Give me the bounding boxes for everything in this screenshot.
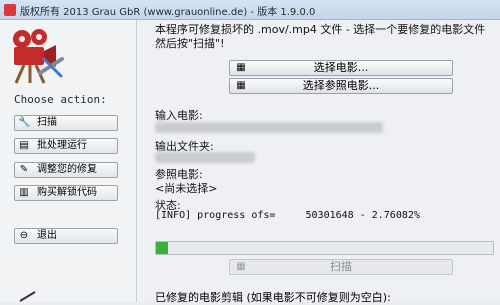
scan-progress-bar	[155, 241, 494, 255]
input-movie-label: 输入电影:	[155, 109, 203, 122]
batch-icon: ▤	[19, 140, 29, 151]
adjust-repair-button[interactable]: ✎ 调整您的修复	[14, 162, 118, 178]
main-panel: 本程序可修复损坏的 .mov/.mp4 文件 - 选择一个要修复的电影文件 然后…	[137, 20, 500, 304]
buy-unlock-code-label: 购买解锁代码	[37, 187, 97, 198]
choose-action-label: Choose action:	[14, 93, 107, 106]
scan-progress-fill	[156, 242, 168, 254]
select-movie-button[interactable]: ▦ 选择电影...	[229, 60, 453, 76]
adjust-repair-label: 调整您的修复	[37, 164, 97, 175]
select-reference-movie-button[interactable]: ▦ 选择参照电影...	[229, 78, 453, 94]
exit-button[interactable]: ⊖ 退出	[14, 228, 118, 244]
instructions-line-1: 本程序可修复损坏的 .mov/.mp4 文件 - 选择一个要修复的电影文件	[155, 23, 486, 36]
film-icon: ▦	[236, 62, 246, 73]
title-bar: 版权所有 2013 Grau GbR (www.grauonline.de) -…	[0, 0, 500, 20]
wrench-icon: 🔧	[18, 117, 31, 128]
scan-icon: ▦	[236, 261, 246, 272]
app-icon	[4, 4, 16, 16]
batch-run-label: 批处理运行	[37, 140, 87, 151]
movie-camera-logo-icon	[13, 29, 64, 84]
select-movie-label: 选择电影...	[313, 61, 369, 74]
window-title: 版权所有 2013 Grau GbR (www.grauonline.de) -…	[20, 7, 316, 18]
scan-button[interactable]: ▦ 扫描	[229, 259, 453, 275]
corner-graphic-icon	[19, 291, 36, 302]
buy-unlock-code-button[interactable]: ▥ 购买解锁代码	[14, 185, 118, 201]
exit-label: 退出	[37, 230, 57, 241]
repaired-clips-label: 已修复的电影剪辑 (如果电影不可修复则为空白):	[155, 291, 391, 304]
input-movie-path-redacted	[155, 122, 383, 133]
batch-run-button[interactable]: ▤ 批处理运行	[14, 138, 118, 154]
cart-icon: ▥	[19, 187, 29, 198]
exit-icon: ⊖	[19, 230, 29, 241]
select-reference-movie-label: 选择参照电影...	[302, 79, 380, 92]
reference-movie-value: <尚未选择>	[155, 182, 218, 195]
adjust-icon: ✎	[19, 164, 29, 175]
film-icon: ▦	[236, 80, 246, 91]
output-folder-path-redacted	[155, 152, 255, 163]
instructions-text: 本程序可修复损坏的 .mov/.mp4 文件 - 选择一个要修复的电影文件 然后…	[155, 23, 500, 51]
status-value: [INFO] progress ofs= 50301648 - 2.76082%	[155, 210, 420, 221]
scan-button-label: 扫描	[330, 260, 352, 273]
scan-action-label: 扫描	[37, 117, 57, 128]
action-sidebar: Choose action: 🔧 扫描 ▤ 批处理运行 ✎ 调整您的修复 ▥ 购…	[0, 20, 137, 302]
instructions-line-2: 然后按"扫描"!	[155, 37, 225, 50]
scan-action-button[interactable]: 🔧 扫描	[14, 115, 118, 131]
